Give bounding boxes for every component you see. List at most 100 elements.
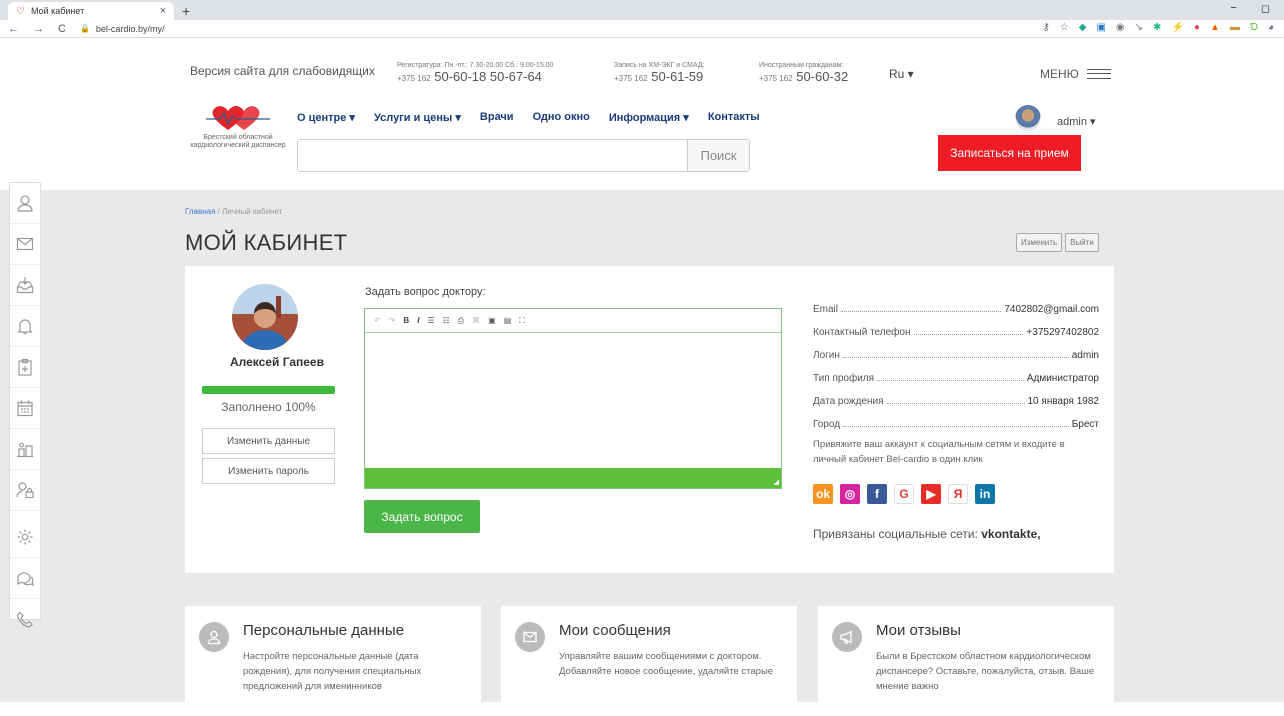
calendar-icon[interactable] <box>10 388 40 429</box>
nav-services[interactable]: Услуги и цены ▾ <box>374 111 461 124</box>
star-icon[interactable]: ☆ <box>1060 22 1069 33</box>
url-field[interactable]: bel-cardio.by/my/ <box>96 24 165 34</box>
user-icon[interactable] <box>10 183 40 224</box>
undo-icon[interactable]: ↶ <box>374 316 381 325</box>
maximize-button[interactable]: ◻ <box>1261 2 1270 15</box>
phone-icon[interactable] <box>10 599 40 640</box>
logo-text: Брестский областной кардиологический дис… <box>190 134 286 149</box>
gear-icon[interactable] <box>10 517 40 558</box>
numbered-list-icon[interactable]: ☰ <box>427 316 434 325</box>
nav-information[interactable]: Информация ▾ <box>609 111 689 124</box>
table-icon[interactable]: ▤ <box>504 316 512 325</box>
change-password-button[interactable]: Изменить пароль <box>202 458 335 484</box>
extension-icon[interactable]: ▬ <box>1230 22 1240 33</box>
odnoklassniki-icon[interactable]: ok <box>813 484 833 504</box>
instagram-icon[interactable]: ◎ <box>840 484 860 504</box>
redo-icon[interactable]: ↷ <box>389 316 396 325</box>
bullet-list-icon[interactable]: ☷ <box>443 316 450 325</box>
dot-leader <box>913 334 1024 335</box>
browser-tab[interactable]: ♡ Мой кабинет × <box>8 2 174 20</box>
new-tab-button[interactable]: + <box>182 3 190 19</box>
completion-text: Заполнено 100% <box>221 400 316 414</box>
ecg-number[interactable]: 50-61-59 <box>651 69 703 84</box>
info-key: Email <box>813 304 839 315</box>
extension-icon[interactable]: ▣ <box>1096 22 1105 33</box>
reload-icon[interactable]: C <box>58 23 66 35</box>
fullscreen-icon[interactable]: ⛶ <box>519 316 525 326</box>
italic-icon[interactable]: I <box>417 316 419 325</box>
user-name: Алексей Гапеев <box>229 355 324 369</box>
tile-personal-data[interactable]: Персональные данные Настройте персональн… <box>185 606 481 716</box>
lock-icon[interactable]: 🔒 <box>80 24 90 33</box>
search-button[interactable]: Поиск <box>687 140 749 171</box>
linkedin-icon[interactable]: in <box>975 484 995 504</box>
book-appointment-button[interactable]: Записаться на прием <box>938 135 1081 171</box>
inbox-icon[interactable] <box>10 265 40 306</box>
back-icon[interactable]: ← <box>8 23 19 35</box>
extension-icon[interactable]: Ɗ <box>1250 22 1258 33</box>
extensions-bar: ⚷ ☆ ◆ ▣ ◉ ↘ ✱ ⚡ ● ▲ ▬ Ɗ ◕ <box>1042 22 1274 33</box>
print-icon[interactable]: ⎙ <box>458 316 464 326</box>
youtube-icon[interactable]: ▶ <box>921 484 941 504</box>
menu-button[interactable]: МЕНЮ <box>1040 67 1111 81</box>
bold-icon[interactable]: B <box>403 316 409 325</box>
low-vision-link[interactable]: Версия сайта для слабовидящих <box>190 64 375 78</box>
link-icon[interactable]: ⌘ <box>472 316 480 325</box>
bell-icon[interactable] <box>10 306 40 347</box>
tile-messages[interactable]: Мои сообщения Управляйте вашим сообщения… <box>501 606 797 716</box>
chat-icon[interactable] <box>10 558 40 599</box>
search-input[interactable] <box>298 140 687 171</box>
tab-close-button[interactable]: × <box>160 5 166 17</box>
page-title: МОЙ КАБИНЕТ <box>185 230 348 255</box>
nav-contacts[interactable]: Контакты <box>708 111 760 124</box>
image-icon[interactable]: ▣ <box>488 316 496 325</box>
browser-tab-strip: ♡ Мой кабинет × + − ◻ <box>0 0 1284 20</box>
envelope-icon[interactable] <box>10 224 40 265</box>
extension-icon[interactable]: ⚡ <box>1171 22 1183 33</box>
key-icon[interactable]: ⚷ <box>1042 22 1049 33</box>
logout-button[interactable]: Выйти <box>1065 233 1099 252</box>
tile-title: Персональные данные <box>243 622 405 639</box>
breadcrumb-home[interactable]: Главная <box>185 207 215 216</box>
edit-data-button[interactable]: Изменить данные <box>202 428 335 454</box>
profile-avatar-icon[interactable]: ◕ <box>1268 22 1274 33</box>
question-textarea[interactable] <box>365 333 781 469</box>
google-icon[interactable]: G <box>894 484 914 504</box>
registry-numbers[interactable]: 50-60-18 50-67-64 <box>434 69 542 84</box>
facebook-icon[interactable]: f <box>867 484 887 504</box>
language-select[interactable]: Ru ▾ <box>889 67 914 81</box>
yandex-icon[interactable]: Я <box>948 484 968 504</box>
edit-button[interactable]: Изменить <box>1016 233 1063 252</box>
info-row: Email 7402802@gmail.com <box>813 292 1099 315</box>
tab-title: Мой кабинет <box>30 6 85 16</box>
tracking-icon[interactable] <box>10 429 40 470</box>
info-row: Дата рождения 10 января 1982 <box>813 384 1099 407</box>
tile-reviews[interactable]: Мои отзывы Были в Брестском областном ка… <box>818 606 1114 716</box>
dot-leader <box>886 403 1025 404</box>
phone-code: +375 162 <box>759 74 793 83</box>
extension-icon[interactable]: ↘ <box>1135 22 1143 33</box>
nav-about[interactable]: О центре ▾ <box>297 111 355 124</box>
foreign-number[interactable]: 50-60-32 <box>796 69 848 84</box>
tile-desc: Были в Брестском областном кардиологичес… <box>876 651 1095 692</box>
heart-logo-icon <box>206 106 270 130</box>
info-row: Тип профиля Администратор <box>813 361 1099 384</box>
medical-clipboard-icon[interactable] <box>10 347 40 388</box>
completion-progress-bar <box>202 386 335 394</box>
extension-icon[interactable]: ✱ <box>1153 22 1161 33</box>
forward-icon[interactable]: → <box>33 23 44 35</box>
extension-icon[interactable]: ▲ <box>1210 22 1220 33</box>
extension-icon[interactable]: ● <box>1194 22 1200 33</box>
site-logo[interactable]: Брестский областной кардиологический дис… <box>190 104 286 150</box>
minimize-button[interactable]: − <box>1230 2 1236 15</box>
user-lock-icon[interactable] <box>10 470 40 511</box>
ask-question-button[interactable]: Задать вопрос <box>364 500 480 533</box>
nav-doctors[interactable]: Врачи <box>480 111 514 124</box>
info-key: Контактный телефон <box>813 327 911 338</box>
avatar[interactable] <box>1015 105 1041 131</box>
user-menu[interactable]: admin ▾ <box>1057 115 1096 128</box>
extension-icon[interactable]: ◉ <box>1116 22 1125 33</box>
info-value: Брест <box>1071 419 1099 430</box>
extension-icon[interactable]: ◆ <box>1079 22 1087 33</box>
nav-one-window[interactable]: Одно окно <box>533 111 590 124</box>
